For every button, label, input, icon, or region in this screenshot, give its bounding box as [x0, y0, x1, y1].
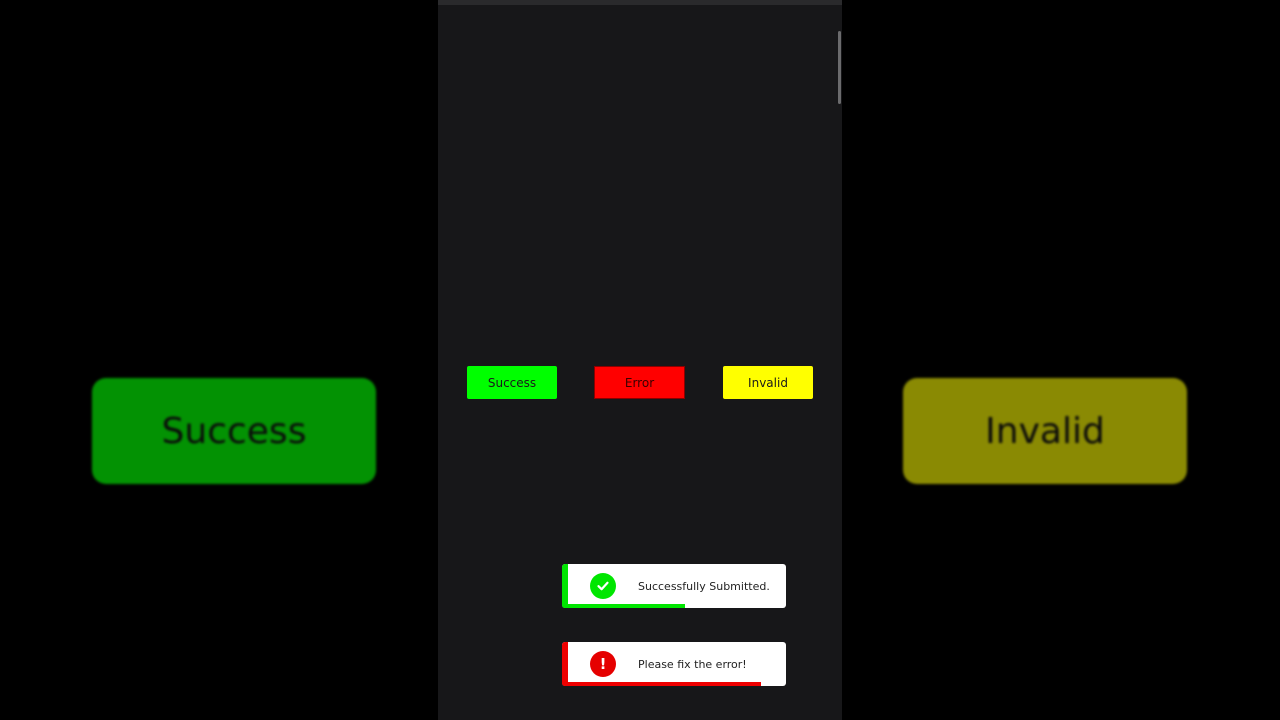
- background-success-label: Success: [161, 410, 307, 452]
- toast-message: Please fix the error!: [638, 657, 747, 671]
- top-bar: [438, 0, 842, 5]
- invalid-button[interactable]: Invalid: [723, 366, 813, 399]
- toast-progress-bar: [562, 604, 686, 608]
- success-toast[interactable]: Successfully Submitted.: [562, 564, 786, 608]
- background-invalid-label: Invalid: [985, 410, 1105, 452]
- background-success-blur: Success: [92, 378, 376, 484]
- scrollbar[interactable]: [838, 31, 841, 104]
- error-toast[interactable]: ! Please fix the error!: [562, 642, 786, 686]
- success-button[interactable]: Success: [467, 366, 557, 399]
- background-invalid-blur: Invalid: [903, 378, 1187, 484]
- toast-message: Successfully Submitted.: [638, 579, 770, 593]
- main-viewport: Success Error Invalid Successfully Submi…: [438, 0, 842, 720]
- exclamation-icon: !: [590, 651, 616, 677]
- error-button[interactable]: Error: [594, 366, 685, 399]
- check-icon: [590, 573, 616, 599]
- toast-progress-bar: [562, 682, 762, 686]
- toast-edge: [562, 564, 568, 608]
- toast-edge: [562, 642, 568, 686]
